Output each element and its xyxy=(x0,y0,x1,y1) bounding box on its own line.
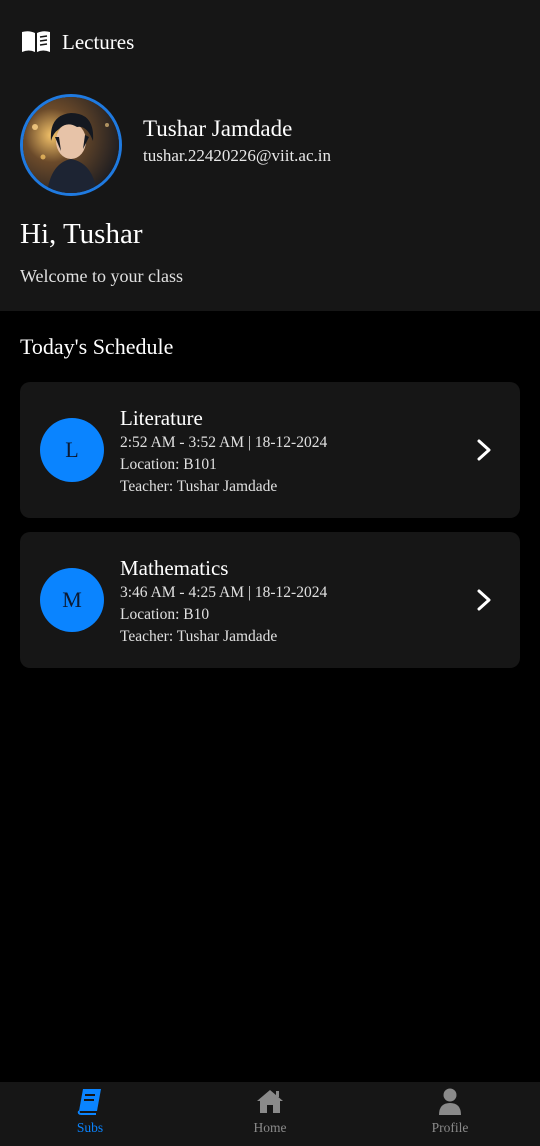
chevron-right-icon[interactable] xyxy=(476,438,492,462)
schedule-card-mathematics[interactable]: M Mathematics 3:46 AM - 4:25 AM | 18-12-… xyxy=(20,532,520,668)
card-text: Literature 2:52 AM - 3:52 AM | 18-12-202… xyxy=(120,404,327,498)
app-title-row: Lectures xyxy=(20,27,134,57)
schedule-card-literature[interactable]: L Literature 2:52 AM - 3:52 AM | 18-12-2… xyxy=(20,382,520,518)
greeting-title: Hi, Tushar xyxy=(20,218,143,250)
lecture-time: 2:52 AM - 3:52 AM | 18-12-2024 xyxy=(120,434,328,451)
home-icon xyxy=(257,1090,283,1113)
user-name: Tushar Jamdade xyxy=(143,116,293,141)
subject-name: Literature xyxy=(120,406,203,430)
user-info: Tushar Jamdade tushar.22420226@viit.ac.i… xyxy=(143,114,331,168)
lecture-time: 3:46 AM - 4:25 AM | 18-12-2024 xyxy=(120,584,328,601)
app-title: Lectures xyxy=(62,29,135,54)
lecture-location: Location: B10 xyxy=(120,606,210,623)
lecture-teacher: Teacher: Tushar Jamdade xyxy=(120,628,278,645)
welcome-text: Welcome to your class xyxy=(20,266,184,286)
avatar-image xyxy=(23,97,119,193)
user-icon xyxy=(439,1088,461,1115)
nav-label: Profile xyxy=(431,1120,469,1135)
user-email: tushar.22420226@viit.ac.in xyxy=(143,146,331,165)
schedule-title: Today's Schedule xyxy=(20,334,174,359)
nav-item-profile[interactable]: Profile xyxy=(360,1082,540,1146)
lecture-location: Location: B101 xyxy=(120,456,217,473)
nav-item-home[interactable]: Home xyxy=(180,1082,360,1146)
book-icon xyxy=(77,1089,101,1115)
subject-initial-badge: L xyxy=(40,418,104,482)
nav-item-subs[interactable]: Subs xyxy=(0,1082,180,1146)
bottom-nav: Subs Home Profile xyxy=(0,1082,540,1146)
avatar[interactable] xyxy=(20,94,122,196)
header: Lectures Tushar Jamdade tushar.22420226@… xyxy=(0,0,540,311)
profile-row: Tushar Jamdade tushar.22420226@viit.ac.i… xyxy=(20,94,331,196)
open-book-icon xyxy=(22,31,50,52)
subject-initial-badge: M xyxy=(40,568,104,632)
subject-name: Mathematics xyxy=(120,556,229,580)
nav-label: Home xyxy=(253,1120,287,1135)
card-text: Mathematics 3:46 AM - 4:25 AM | 18-12-20… xyxy=(120,554,327,648)
nav-label: Subs xyxy=(76,1120,104,1135)
chevron-right-icon[interactable] xyxy=(476,588,492,612)
lecture-teacher: Teacher: Tushar Jamdade xyxy=(120,478,278,495)
